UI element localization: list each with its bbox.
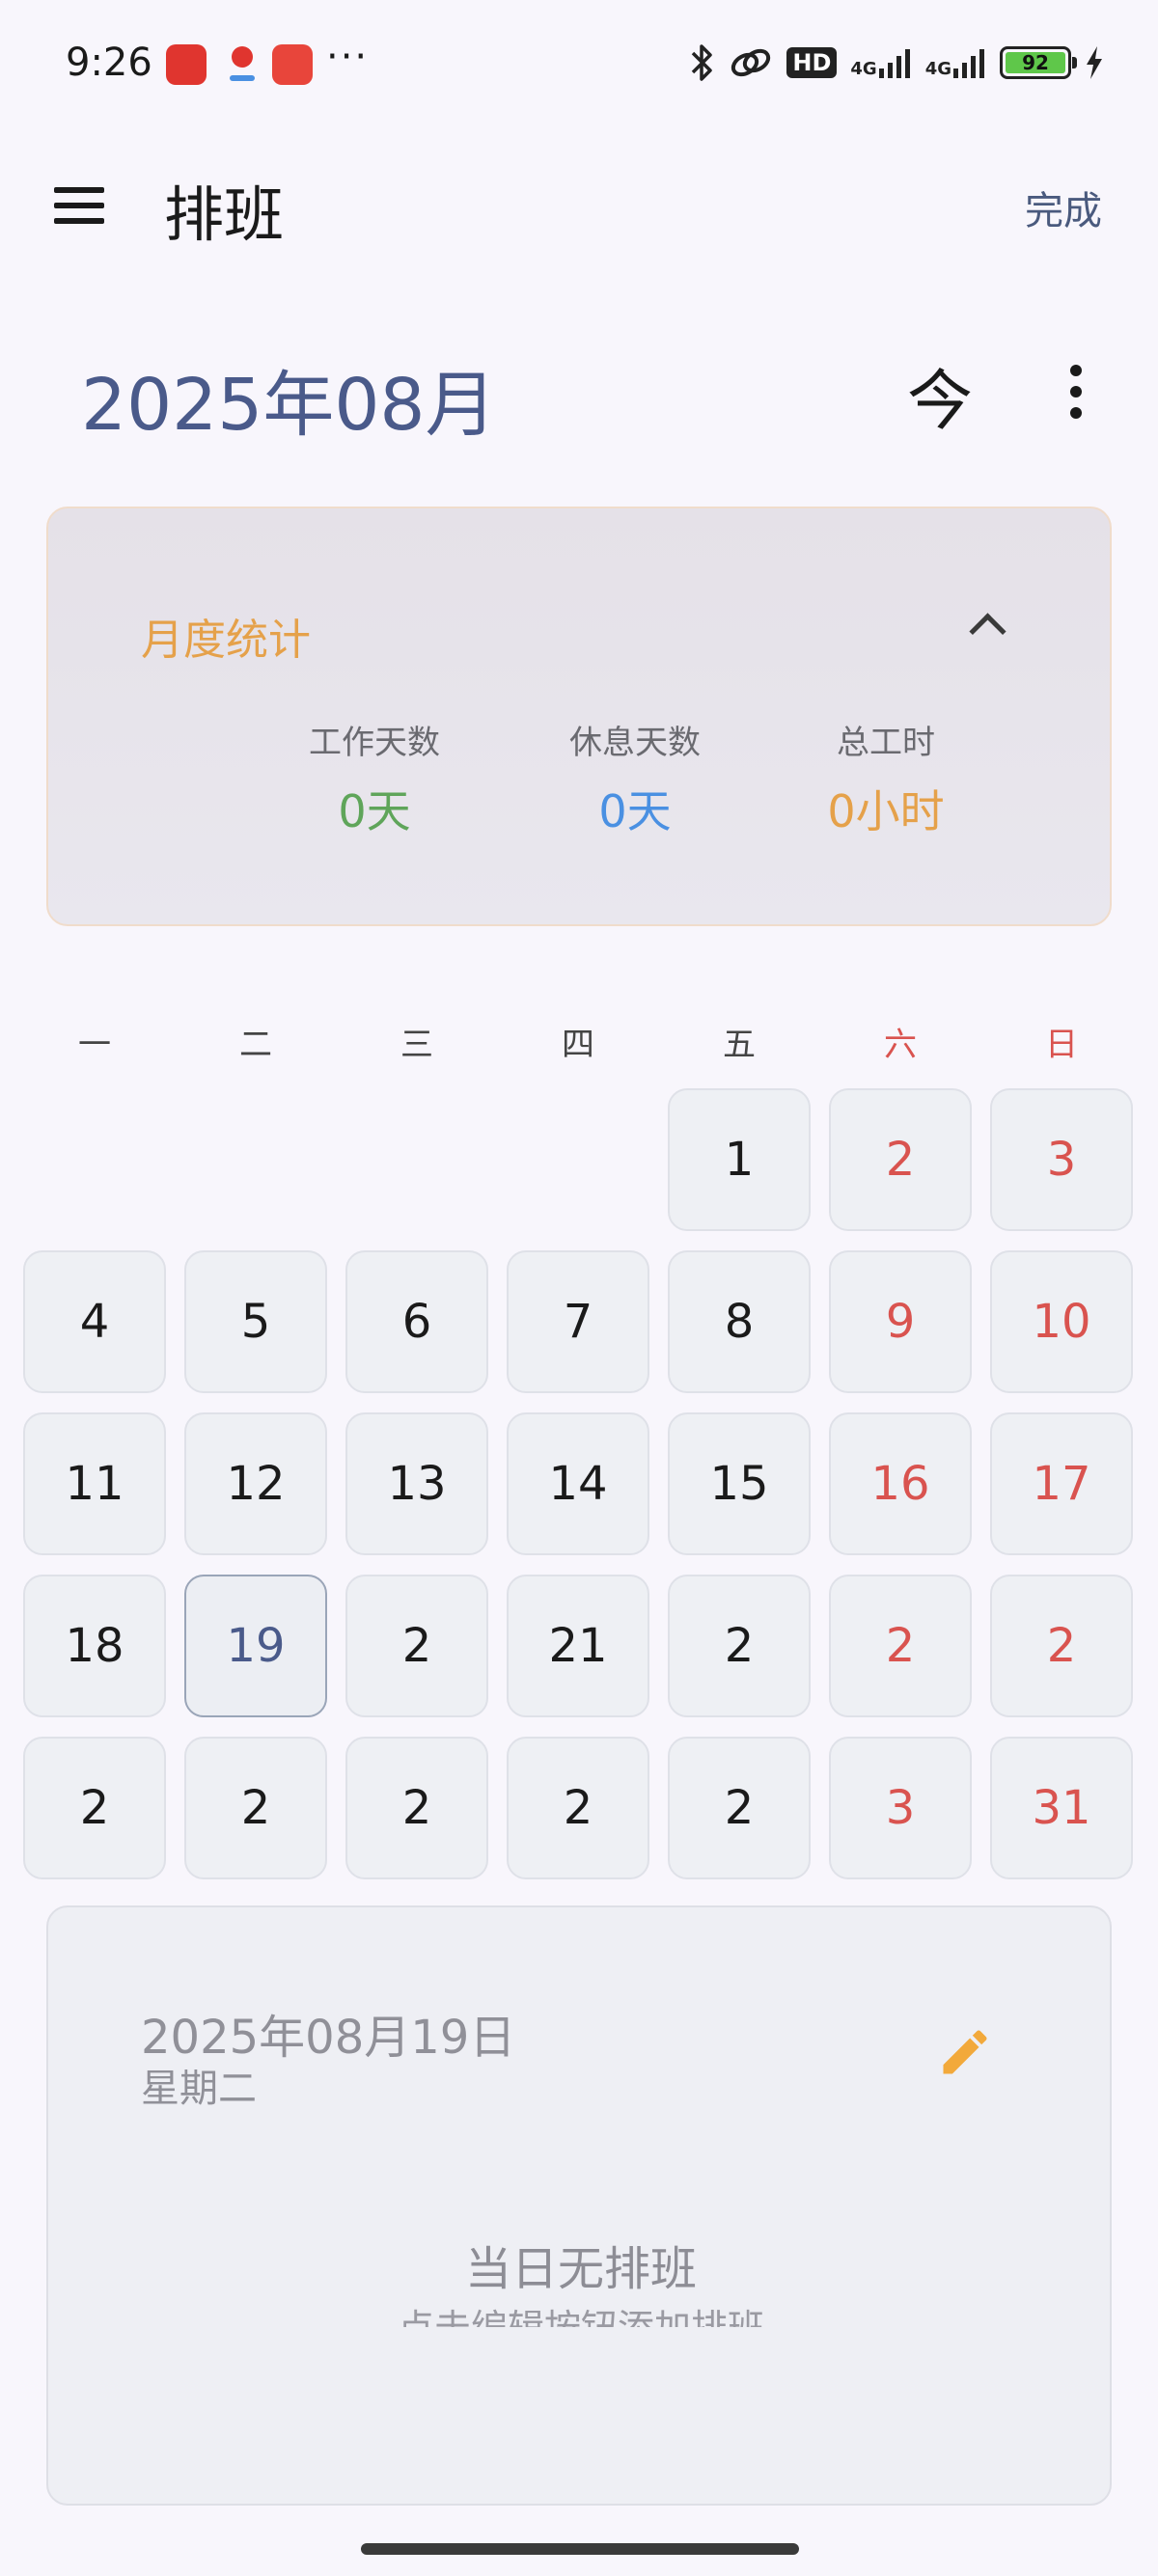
stat-label: 总工时: [837, 724, 935, 762]
calendar-grid: 1 2 3 4 5 6 7 8 9 10 11 12 13 14 15 16 17 18 19 2 21 2 2 2 2 2 2 2 2…: [23, 1088, 1135, 1879]
calendar-day-cell[interactable]: 21: [507, 1575, 649, 1717]
page-title: 排班: [164, 179, 285, 250]
no-schedule-text: 当日无排班: [464, 2242, 697, 2296]
calendar-day-cell[interactable]: 11: [23, 1412, 166, 1555]
calendar-day-cell[interactable]: 10: [990, 1250, 1133, 1393]
more-options-icon[interactable]: [1062, 365, 1090, 423]
stat-value: 0天: [338, 785, 411, 837]
calendar-day-cell[interactable]: 1: [668, 1088, 811, 1231]
signal-icon: 4G: [850, 47, 911, 78]
calendar-day-cell[interactable]: 7: [507, 1250, 649, 1393]
calendar-day-cell[interactable]: 8: [668, 1250, 811, 1393]
month-title[interactable]: 2025年08月: [81, 347, 497, 451]
calendar-day-cell[interactable]: 2: [345, 1737, 488, 1879]
battery-level: 92: [1006, 51, 1065, 74]
calendar-day-cell[interactable]: 13: [345, 1412, 488, 1555]
stat-total-hours: 总工时 0小时: [770, 716, 1002, 840]
calendar-day-cell[interactable]: 2: [990, 1575, 1133, 1717]
calendar-day-cell[interactable]: 2: [829, 1575, 972, 1717]
more-notifications-icon: ···: [326, 35, 370, 79]
weekday-label: 二: [239, 1026, 272, 1064]
stats-title: 月度统计: [141, 616, 311, 665]
hd-icon: HD: [786, 47, 838, 78]
calendar-day-cell[interactable]: 2: [184, 1737, 327, 1879]
home-indicator[interactable]: [361, 2543, 799, 2555]
app-bar: 排班 完成: [0, 145, 1158, 270]
monthly-stats-card: 月度统计 工作天数 0天 休息天数 0天 总工时 0小时: [46, 507, 1112, 926]
calendar-day-cell[interactable]: 18: [23, 1575, 166, 1717]
weekday-label: 六: [884, 1026, 917, 1064]
calendar-day-cell[interactable]: 19: [184, 1575, 327, 1717]
calendar-day-cell[interactable]: 17: [990, 1412, 1133, 1555]
map-notification-icon: [222, 44, 262, 85]
stat-work-days: 工作天数 0天: [259, 716, 490, 840]
weekday-label: 一: [78, 1026, 111, 1064]
calendar-day-cell[interactable]: 2: [23, 1737, 166, 1879]
day-detail-card: 2025年08月19日 星期二 当日无排班 点击编辑按钮添加排班: [46, 1905, 1112, 2506]
calendar-day-cell[interactable]: 2: [668, 1737, 811, 1879]
calendar-day-cell[interactable]: 3: [990, 1088, 1133, 1231]
stat-value: 0小时: [827, 785, 945, 837]
charging-icon: [1087, 46, 1102, 79]
signal-type-label: 4G: [924, 59, 951, 79]
month-header: 2025年08月 今: [0, 328, 1158, 453]
calendar-day-cell[interactable]: 2: [829, 1088, 972, 1231]
link-icon: [731, 48, 771, 77]
edit-icon[interactable]: [936, 2023, 994, 2081]
weekday-header: 一二三四五六日: [23, 1018, 1135, 1066]
stat-label: 休息天数: [569, 724, 701, 762]
calendar-day-cell[interactable]: 2: [668, 1575, 811, 1717]
weekday-label: 五: [723, 1026, 756, 1064]
calendar-day-cell[interactable]: 2: [345, 1575, 488, 1717]
calendar-day-cell[interactable]: 3: [829, 1737, 972, 1879]
done-button[interactable]: 完成: [1025, 179, 1102, 235]
calendar-day-cell[interactable]: 15: [668, 1412, 811, 1555]
stat-value: 0天: [598, 785, 672, 837]
battery-icon: 92: [1000, 46, 1077, 79]
calendar-day-cell[interactable]: 9: [829, 1250, 972, 1393]
stat-label: 工作天数: [309, 724, 440, 762]
calendar-day-cell[interactable]: 12: [184, 1412, 327, 1555]
calendar-day-cell[interactable]: 4: [23, 1250, 166, 1393]
status-bar: 9:26 ··· HD 4G 4G 92: [0, 0, 1158, 135]
detail-weekday: 星期二: [141, 2067, 257, 2111]
calendar-day-cell[interactable]: 2: [507, 1737, 649, 1879]
calendar-day-cell[interactable]: 5: [184, 1250, 327, 1393]
shopping-notification-icon: [272, 44, 313, 85]
tmall-notification-icon: [166, 44, 207, 85]
chevron-up-icon[interactable]: [965, 609, 1007, 638]
status-time: 9:26: [66, 41, 152, 85]
calendar-day-cell[interactable]: 31: [990, 1737, 1133, 1879]
calendar-day-cell[interactable]: 16: [829, 1412, 972, 1555]
weekday-label: 日: [1045, 1026, 1078, 1064]
calendar-day-cell[interactable]: 6: [345, 1250, 488, 1393]
today-button[interactable]: 今: [907, 347, 973, 443]
signal-type-label: 4G: [850, 59, 877, 79]
add-schedule-hint: 点击编辑按钮添加排班: [48, 2298, 1110, 2327]
weekday-label: 三: [400, 1026, 433, 1064]
weekday-label: 四: [562, 1026, 594, 1064]
calendar-day-cell[interactable]: 14: [507, 1412, 649, 1555]
menu-icon[interactable]: [50, 179, 112, 233]
bluetooth-icon: [692, 44, 713, 81]
system-icons: HD 4G 4G 92: [690, 42, 1104, 83]
stat-rest-days: 休息天数 0天: [519, 716, 751, 840]
signal-icon: 4G: [925, 47, 986, 78]
